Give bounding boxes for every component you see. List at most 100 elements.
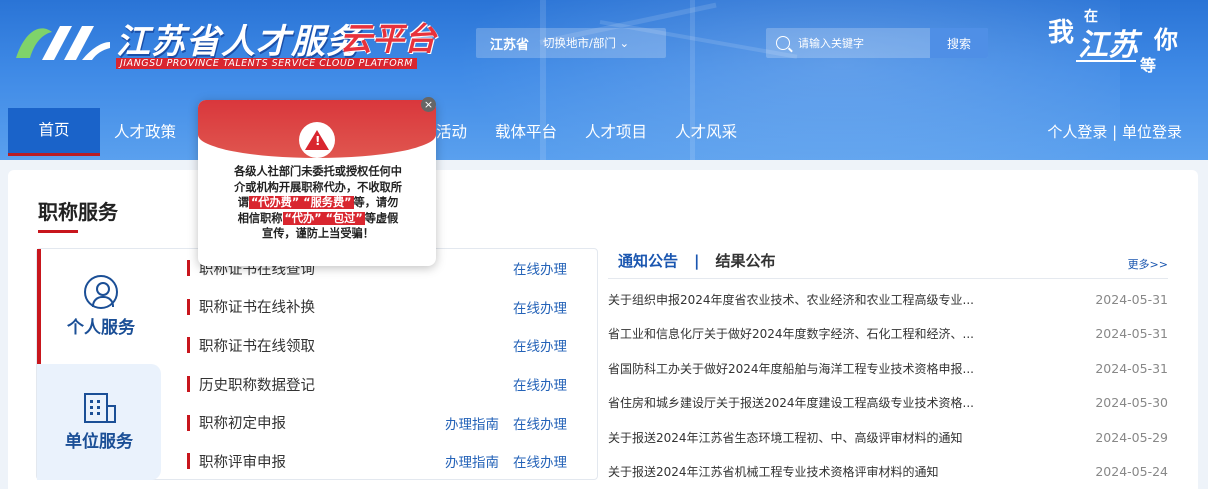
notice-title[interactable]: 关于报送2024年江苏省机械工程专业技术资格评审材料的通知 [608,463,1088,480]
guide-link[interactable]: 办理指南 [445,451,499,471]
service-name[interactable]: 职称证书在线领取 [199,335,513,356]
nav-item-home[interactable]: 首页 [8,108,100,156]
popup-line: 谓 “代办费” “服务费” 等，请勿 [222,195,414,211]
notice-item[interactable]: 省住房和城乡建设厅关于报送2024年度建设工程高级专业技术资格... 2024-… [608,386,1168,421]
notice-divider [608,278,1168,279]
highlight-agency: “代办” [282,211,324,225]
notice-item[interactable]: 关于报送2024年江苏省机械工程专业技术资格评审材料的通知 2024-05-24 [608,455,1168,489]
service-list: 职称证书在线查询 在线办理 职称证书在线补换 在线办理 职称证书在线领取 在线办… [187,249,567,481]
logo-mark-icon [16,26,110,60]
popup-line: 宣传，谨防上当受骗！ [262,227,374,240]
guide-link[interactable]: 办理指南 [445,413,499,433]
online-handle-link[interactable]: 在线办理 [513,374,567,394]
nav-item-platform[interactable]: 载体平台 [481,108,571,156]
personal-login-link[interactable]: 个人登录 [1047,123,1107,141]
service-name[interactable]: 职称初定申报 [199,412,445,433]
service-item: 职称证书在线补换 在线办理 [187,288,567,327]
service-item: 职称评审申报 办理指南 在线办理 [187,442,567,481]
slogan-char: 江苏 [1078,28,1138,63]
nav-item-policy[interactable]: 人才政策 [100,108,190,156]
red-bar [187,260,190,277]
notice-list: 关于组织申报2024年度省农业技术、农业经济和农业工程高级专业... 2024-… [608,282,1168,489]
notice-date: 2024-05-31 [1095,291,1168,307]
section-title: 职称服务 [38,200,118,224]
tab-separator: | [694,251,700,270]
service-item: 职称初定申报 办理指南 在线办理 [187,403,567,442]
online-handle-link[interactable]: 在线办理 [513,258,567,278]
search-button[interactable]: 搜索 [930,28,988,58]
notice-title[interactable]: 关于组织申报2024年度省农业技术、农业经济和农业工程高级专业... [608,291,1088,308]
logo-subtitle: JIANGSU PROVINCE TALENTS SERVICE CLOUD P… [116,58,417,69]
login-separator: | [1107,123,1122,141]
popup-line: 各级人社部门未委托或授权任何中 [234,165,402,178]
notice-date: 2024-05-31 [1095,360,1168,376]
slogan-line [1076,60,1136,62]
tab-unit-service[interactable]: 单位服务 [37,364,161,480]
person-icon [84,275,118,309]
slogan-char: 我 [1048,18,1075,48]
slogan-char: 等 [1140,56,1157,75]
unit-login-link[interactable]: 单位登录 [1122,123,1182,141]
slogan-graphic: 我 在 江苏 你 等 [1048,4,1198,76]
service-name[interactable]: 职称评审申报 [199,451,445,472]
notice-item[interactable]: 省工业和信息化厅关于做好2024年度数字经济、石化工程和经济、... 2024-… [608,317,1168,352]
notice-tabs: 通知公告 | 结果公布 [618,250,776,271]
popup-text-fragment: 相信职称 [237,211,283,225]
tab-results[interactable]: 结果公布 [716,250,776,271]
popup-text-fragment: 谓 [237,196,249,209]
logo-title: 江苏省人才服务 [116,22,361,62]
warning-icon: ! [299,122,335,158]
notice-panel: 通知公告 | 结果公布 更多>> 关于组织申报2024年度省农业技术、农业经济和… [608,246,1178,486]
building-icon [84,392,116,423]
search-input[interactable] [798,36,918,50]
notice-title[interactable]: 关于报送2024年江苏省生态环境工程初、中、高级评审材料的通知 [608,429,1088,446]
highlight-fee-agency: “代办费” [248,196,302,209]
online-handle-link[interactable]: 在线办理 [513,335,567,355]
highlight-guaranteed: “包过” [323,211,365,225]
notice-item[interactable]: 省国防科工办关于做好2024年度船舶与海洋工程专业技术资格申报... 2024-… [608,351,1168,386]
main-nav: 首页 人才政策 活动 载体平台 人才项目 人才风采 个人登录 | 单位登录 [0,108,1208,156]
notice-date: 2024-05-30 [1095,395,1168,411]
red-bar [187,414,190,431]
region-selector[interactable]: 江苏省 切换地市/部门 ⌄ [476,28,666,58]
red-bar [187,453,190,470]
warning-popup: ! 各级人社部门未委托或授权任何中 介或机构开展职称代办，不收取所 谓 “代办费”… [198,100,436,266]
highlight-fee-service: “服务费” [301,196,354,209]
nav-item-projects[interactable]: 人才项目 [571,108,661,156]
notice-date: 2024-05-24 [1095,464,1168,480]
notice-title[interactable]: 省国防科工办关于做好2024年度船舶与海洋工程专业技术资格申报... [608,360,1088,377]
notice-date: 2024-05-31 [1095,326,1168,342]
online-handle-link[interactable]: 在线办理 [513,413,567,433]
notice-item[interactable]: 关于组织申报2024年度省农业技术、农业经济和农业工程高级专业... 2024-… [608,282,1168,317]
popup-text-fragment: 等，请勿 [353,196,399,209]
logo-cloud-text: 云平台 [340,20,437,58]
service-panel: 个人服务 单位服务 职称证书在线查询 在线办理 职称证书在线补换 在线办理 职称… [36,248,598,480]
login-links: 个人登录 | 单位登录 [1047,108,1182,156]
notice-title[interactable]: 省工业和信息化厅关于做好2024年度数字经济、石化工程和经济、... [608,325,1088,342]
service-name[interactable]: 职称证书在线补换 [199,296,513,317]
tab-label: 个人服务 [67,318,135,338]
main-card: 职称服务 个人服务 单位服务 职称证书在线查询 在线办理 职称证书在线补换 在线… [8,170,1198,489]
popup-line: 介或机构开展职称代办，不收取所 [234,180,402,194]
close-icon[interactable]: × [421,97,436,112]
switch-region-dropdown[interactable]: 切换地市/部门 ⌄ [543,35,629,51]
more-link[interactable]: 更多>> [1128,256,1168,272]
slogan-char: 你 [1154,26,1178,54]
tab-personal-service[interactable]: 个人服务 [37,249,161,364]
notice-date: 2024-05-29 [1095,429,1168,445]
service-item: 职称证书在线领取 在线办理 [187,326,567,365]
tab-notice[interactable]: 通知公告 [618,250,678,271]
online-handle-link[interactable]: 在线办理 [513,297,567,317]
nav-item-talent-showcase[interactable]: 人才风采 [661,108,751,156]
tab-label: 单位服务 [65,431,133,452]
popup-message: 各级人社部门未委托或授权任何中 介或机构开展职称代办，不收取所 谓 “代办费” “服… [222,164,414,242]
notice-item[interactable]: 关于报送2024年江苏省生态环境工程初、中、高级评审材料的通知 2024-05-… [608,420,1168,455]
service-name[interactable]: 历史职称数据登记 [199,374,513,395]
search-icon [776,36,790,50]
header-banner: 江苏省人才服务 云平台 JIANGSU PROVINCE TALENTS SER… [0,0,1208,160]
popup-line: 相信职称 “代办” “包过” 等虚假 [222,211,414,227]
online-handle-link[interactable]: 在线办理 [513,451,567,471]
notice-title[interactable]: 省住房和城乡建设厅关于报送2024年度建设工程高级专业技术资格... [608,394,1088,411]
site-logo[interactable]: 江苏省人才服务 云平台 JIANGSU PROVINCE TALENTS SER… [12,10,472,72]
search-bar: 搜索 [766,28,988,58]
